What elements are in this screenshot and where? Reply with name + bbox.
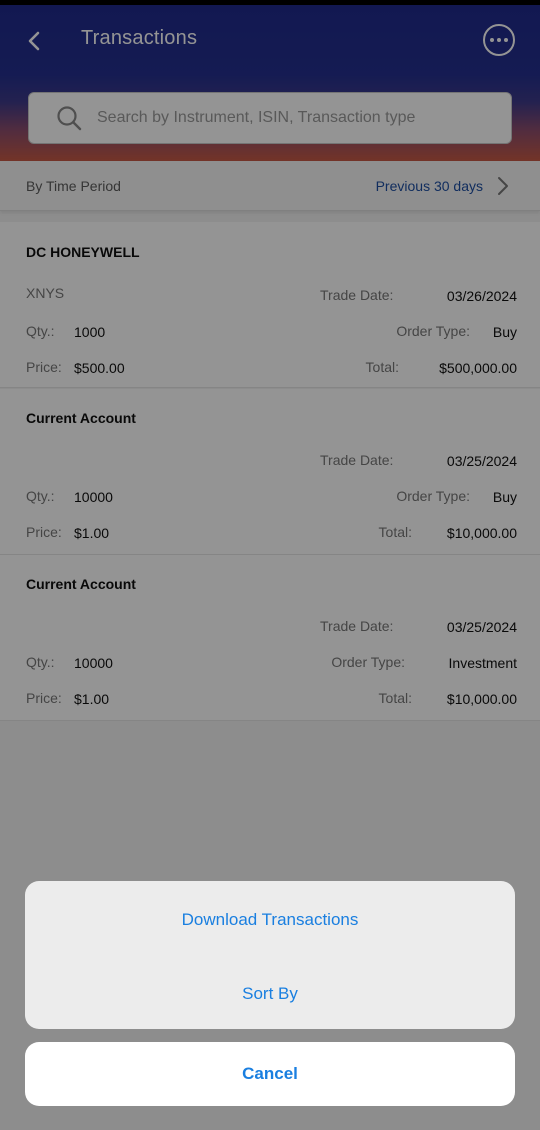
sort-by-button[interactable]: Sort By [25, 957, 515, 1029]
action-sheet: Download Transactions Sort By [25, 881, 515, 1029]
cancel-button[interactable]: Cancel [25, 1042, 515, 1106]
download-transactions-button[interactable]: Download Transactions [25, 883, 515, 957]
